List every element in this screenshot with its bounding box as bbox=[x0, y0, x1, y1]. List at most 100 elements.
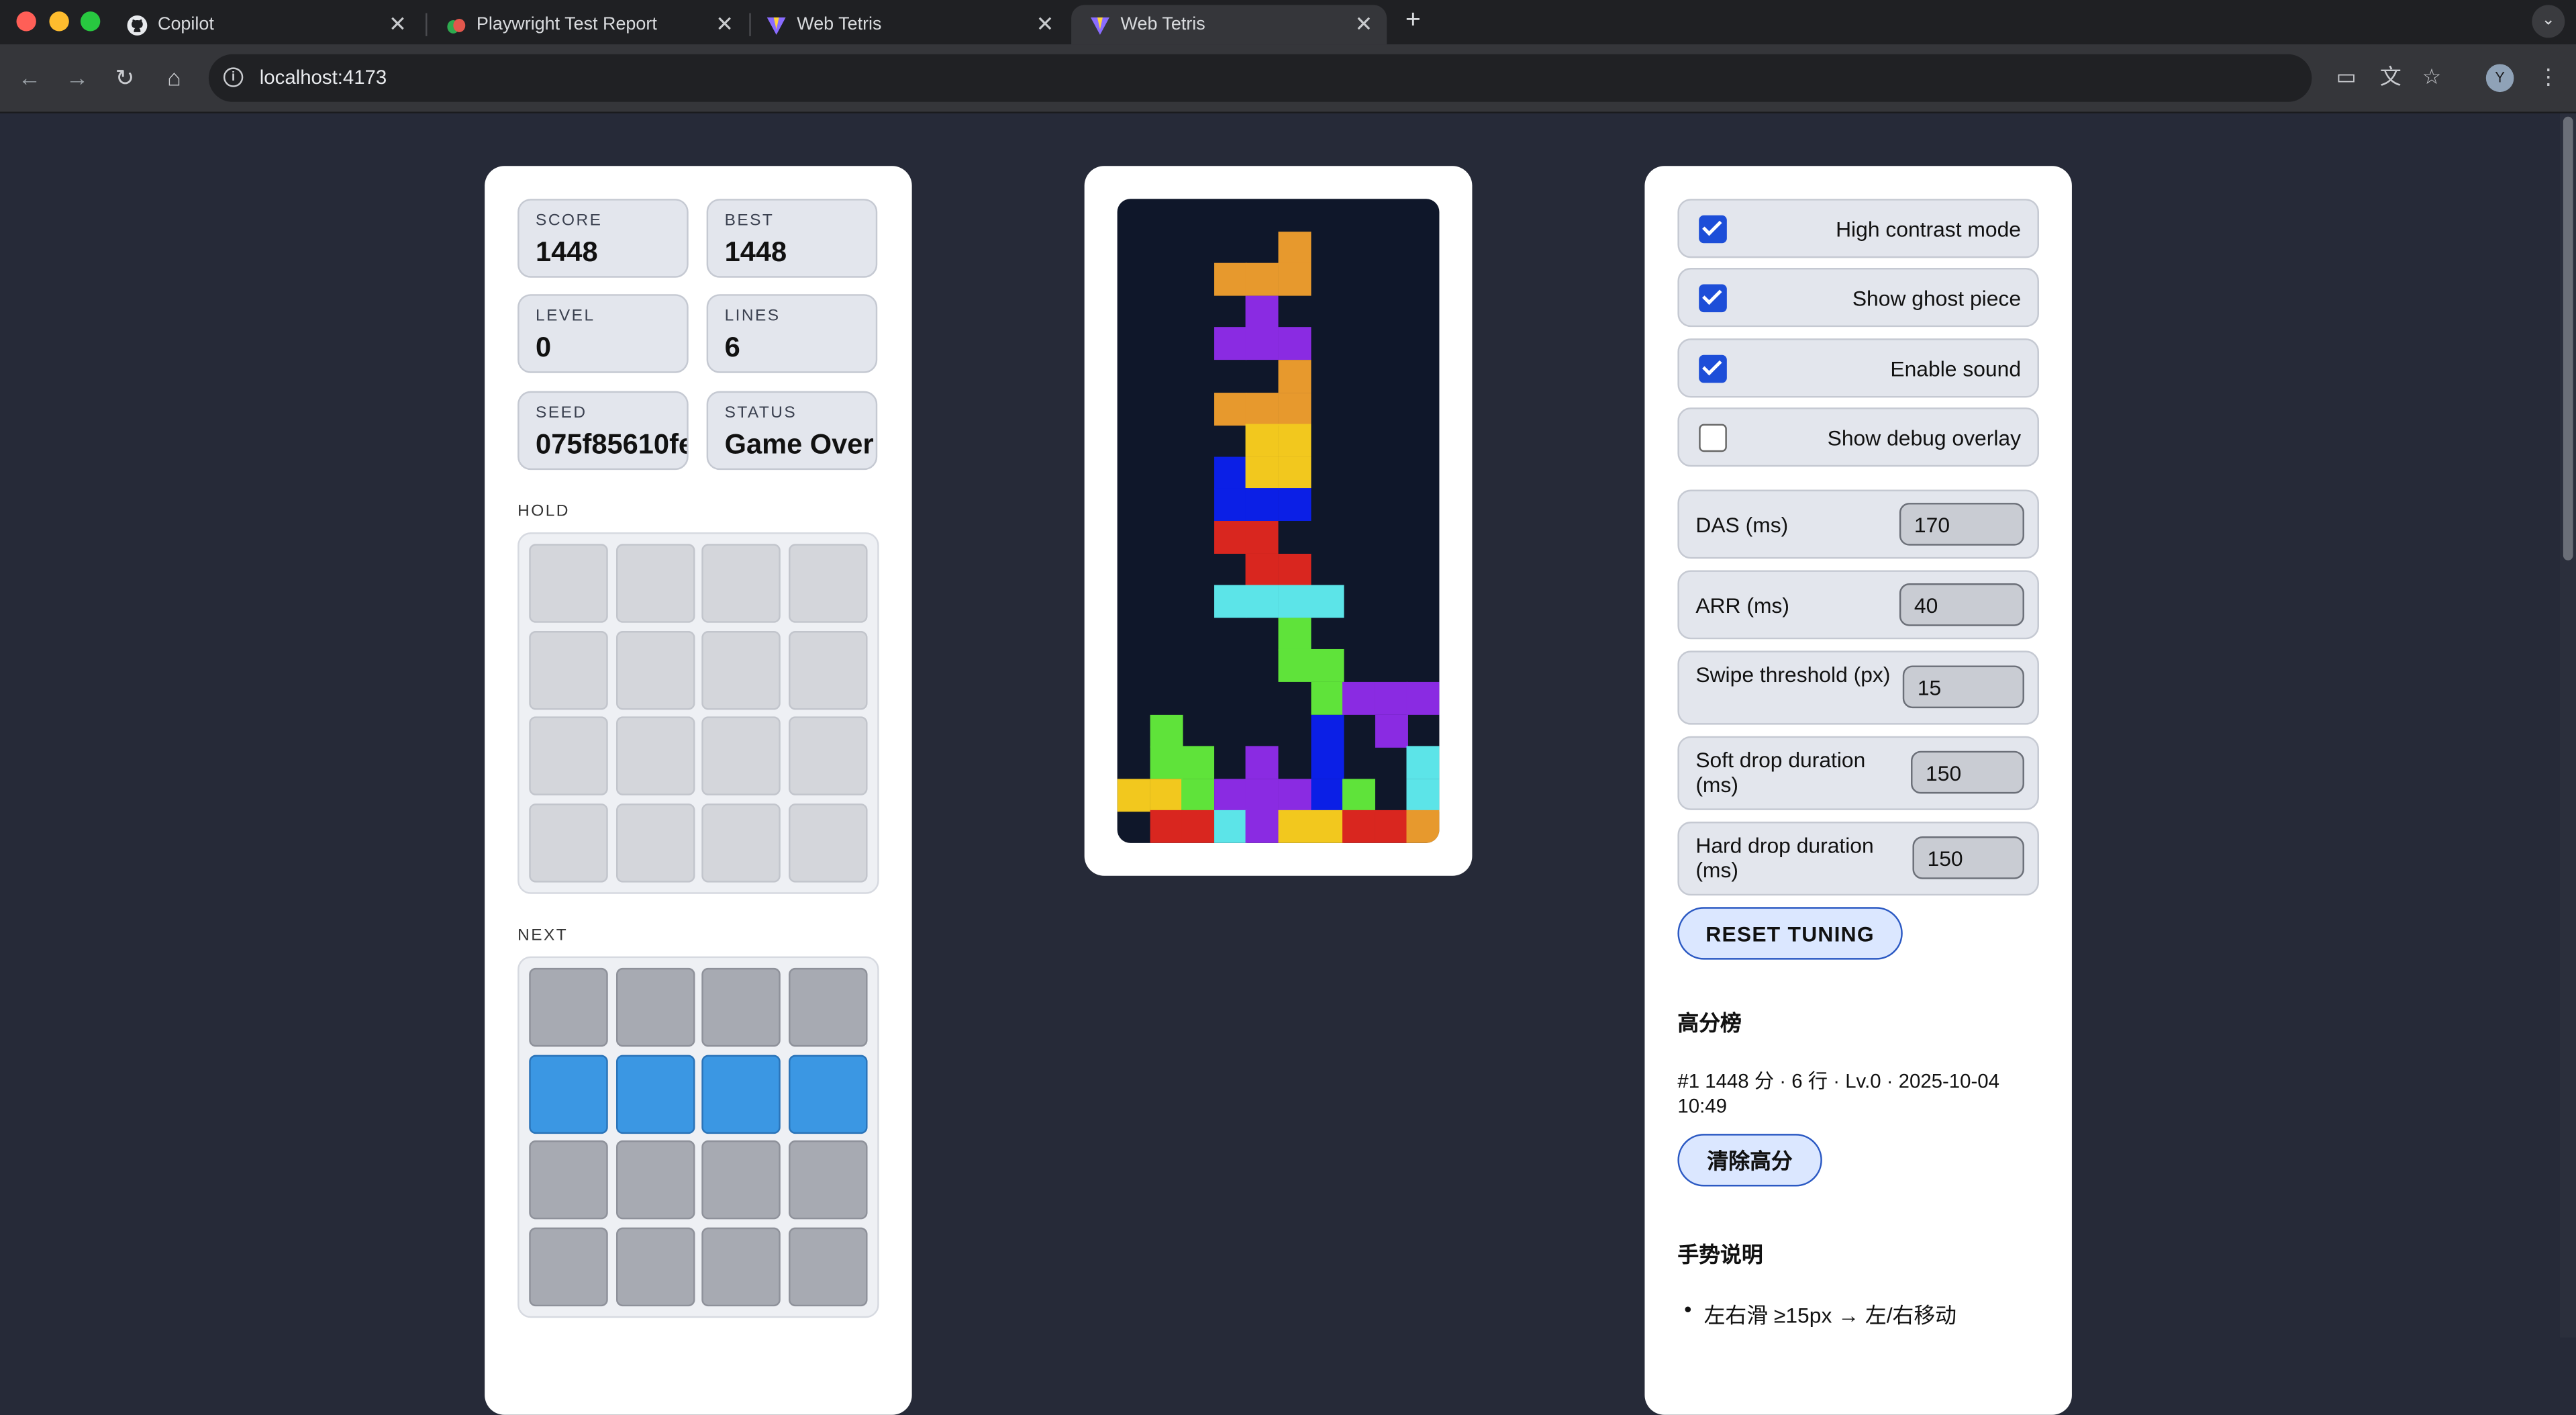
board-block bbox=[1407, 810, 1440, 843]
sound-toggle[interactable]: Enable sound bbox=[1677, 338, 2039, 398]
maximize-window-button[interactable] bbox=[80, 11, 101, 32]
game-board[interactable] bbox=[1117, 199, 1440, 843]
board-block bbox=[1375, 681, 1408, 715]
more-menu-icon[interactable]: ⋮ bbox=[2534, 62, 2563, 92]
high-contrast-checkbox[interactable] bbox=[1699, 215, 1727, 244]
ghost-piece-checkbox[interactable] bbox=[1699, 284, 1727, 313]
level-card: LEVEL 0 bbox=[517, 294, 689, 373]
board-block bbox=[1213, 810, 1247, 843]
board-block bbox=[1278, 392, 1311, 426]
best-label: BEST bbox=[724, 211, 775, 230]
close-tab-icon[interactable]: ✕ bbox=[711, 11, 738, 38]
preview-cell bbox=[787, 716, 867, 795]
preview-cell bbox=[701, 1054, 781, 1133]
translate-icon[interactable]: 文 bbox=[2376, 62, 2406, 92]
preview-cell bbox=[529, 1226, 608, 1306]
preview-cell bbox=[529, 802, 608, 882]
board-block bbox=[1278, 810, 1311, 843]
board-block bbox=[1246, 585, 1279, 618]
tab-title: Playwright Test Report bbox=[476, 15, 657, 35]
board-block bbox=[1278, 231, 1311, 264]
close-tab-icon[interactable]: ✕ bbox=[385, 11, 411, 38]
board-block bbox=[1278, 585, 1311, 618]
score-value: 1448 bbox=[536, 236, 598, 269]
sound-checkbox[interactable] bbox=[1699, 354, 1727, 383]
board-block bbox=[1310, 778, 1344, 812]
stats-panel: SCORE 1448 BEST 1448 LEVEL 0 LINES 6 SEE… bbox=[485, 166, 912, 1415]
board-block bbox=[1246, 263, 1279, 297]
preview-cell bbox=[529, 967, 608, 1047]
page-content: SCORE 1448 BEST 1448 LEVEL 0 LINES 6 SEE… bbox=[0, 113, 2576, 1415]
minimize-window-button[interactable] bbox=[49, 11, 69, 32]
hard-drop-input[interactable] bbox=[1912, 836, 2024, 879]
preview-cell bbox=[701, 716, 781, 795]
tab-copilot[interactable]: Copilot ✕ bbox=[109, 5, 421, 44]
board-block bbox=[1342, 810, 1376, 843]
gesture-bullet: • bbox=[1684, 1296, 1692, 1322]
board-block bbox=[1181, 810, 1215, 843]
board-block bbox=[1149, 714, 1183, 747]
board-block bbox=[1375, 714, 1408, 747]
arr-label: ARR (ms) bbox=[1695, 593, 1789, 618]
board-block bbox=[1278, 360, 1311, 393]
board-block bbox=[1278, 617, 1311, 650]
preview-cell bbox=[615, 716, 695, 795]
tab-web-tetris[interactable]: Web Tetris ✕ bbox=[748, 5, 1068, 44]
lines-label: LINES bbox=[724, 307, 781, 326]
preview-cell bbox=[615, 802, 695, 882]
lines-value: 6 bbox=[724, 332, 740, 364]
ghost-piece-toggle[interactable]: Show ghost piece bbox=[1677, 268, 2039, 328]
high-contrast-toggle[interactable]: High contrast mode bbox=[1677, 199, 2039, 258]
board-block bbox=[1246, 552, 1279, 586]
arr-input[interactable] bbox=[1899, 583, 2024, 626]
tab-title: Copilot bbox=[158, 15, 214, 35]
address-bar[interactable]: i localhost:4173 bbox=[208, 54, 2312, 102]
debug-overlay-toggle[interactable]: Show debug overlay bbox=[1677, 407, 2039, 467]
seed-card: SEED 075f85610fe bbox=[517, 391, 689, 471]
board-block bbox=[1310, 746, 1344, 779]
debug-overlay-checkbox[interactable] bbox=[1699, 424, 1727, 452]
board-block bbox=[1246, 489, 1279, 522]
board-block bbox=[1246, 810, 1279, 843]
page-scrollbar[interactable] bbox=[2559, 113, 2576, 1338]
soft-drop-input[interactable] bbox=[1911, 750, 2024, 794]
profile-avatar[interactable]: Y bbox=[2485, 64, 2514, 93]
preview-cell bbox=[787, 630, 867, 710]
bookmark-star-icon[interactable]: ☆ bbox=[2417, 62, 2446, 92]
tab-playwright-test-report[interactable]: Playwright Test Report ✕ bbox=[427, 5, 747, 44]
reset-tuning-button[interactable]: RESET TUNING bbox=[1677, 907, 1903, 960]
forward-arrow-icon[interactable]: → bbox=[61, 61, 94, 94]
status-card: STATUS Game Over bbox=[706, 391, 878, 471]
new-tab-button[interactable]: + bbox=[1397, 7, 1430, 40]
status-value: Game Over bbox=[724, 428, 874, 460]
das-input[interactable] bbox=[1899, 503, 2024, 546]
board-block bbox=[1246, 521, 1279, 554]
preview-cell bbox=[787, 1226, 867, 1306]
board-block bbox=[1342, 681, 1376, 715]
vite-icon bbox=[764, 13, 787, 36]
board-block bbox=[1310, 681, 1344, 715]
board-block bbox=[1149, 778, 1183, 812]
das-label: DAS (ms) bbox=[1695, 512, 1789, 538]
browser-tab-strip: Copilot ✕ Playwright Test Report ✕ Web T… bbox=[0, 0, 2576, 45]
reload-icon[interactable]: ↻ bbox=[109, 61, 142, 94]
install-app-icon[interactable]: ▭ bbox=[2332, 62, 2361, 92]
close-tab-icon[interactable]: ✕ bbox=[1350, 11, 1377, 38]
tab-search-chevron-icon[interactable]: ⌄ bbox=[2532, 5, 2565, 38]
home-icon[interactable]: ⌂ bbox=[158, 61, 191, 94]
board-block bbox=[1213, 521, 1247, 554]
tab-web-tetris-active[interactable]: Web Tetris ✕ bbox=[1071, 5, 1387, 45]
lines-card: LINES 6 bbox=[706, 294, 878, 373]
site-info-icon[interactable]: i bbox=[223, 67, 244, 87]
board-block bbox=[1181, 746, 1215, 779]
swipe-threshold-input[interactable] bbox=[1902, 665, 2024, 709]
close-tab-icon[interactable]: ✕ bbox=[1032, 11, 1058, 38]
clear-highscores-button[interactable]: 清除高分 bbox=[1677, 1134, 1822, 1187]
close-window-button[interactable] bbox=[16, 11, 36, 32]
preview-cell bbox=[529, 544, 608, 623]
scrollbar-thumb[interactable] bbox=[2563, 116, 2573, 560]
back-arrow-icon[interactable]: ← bbox=[13, 61, 46, 94]
gestures-title: 手势说明 bbox=[1677, 1242, 1763, 1267]
board-block bbox=[1213, 489, 1247, 522]
leaderboard-entry: #1 1448 分 · 6 行 · Lv.0 · 2025-10-04 10:4… bbox=[1677, 1069, 1999, 1118]
